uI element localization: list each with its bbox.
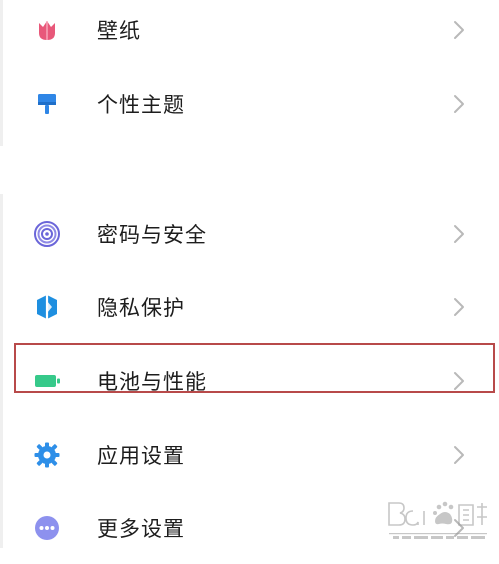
fingerprint-icon — [33, 220, 61, 248]
theme-brush-icon — [33, 90, 61, 118]
settings-item-privacy[interactable]: 隐私保护 — [0, 271, 499, 343]
settings-item-more-settings[interactable]: 更多设置 — [0, 492, 499, 564]
chevron-right-icon — [452, 19, 466, 41]
settings-item-label: 个性主题 — [97, 93, 185, 117]
battery-icon — [33, 367, 61, 395]
chevron-right-icon — [452, 444, 466, 466]
settings-item-wallpaper[interactable]: 壁纸 — [0, 0, 499, 66]
settings-item-label: 壁纸 — [97, 19, 141, 43]
chevron-right-icon — [452, 223, 466, 245]
settings-item-password-security[interactable]: 密码与安全 — [0, 198, 499, 270]
settings-item-battery-performance[interactable]: 电池与性能 — [0, 345, 499, 417]
settings-item-label: 隐私保护 — [97, 296, 185, 320]
more-dots-icon — [33, 514, 61, 542]
chevron-right-icon — [452, 296, 466, 318]
settings-item-label: 密码与安全 — [97, 223, 207, 247]
settings-item-label: 更多设置 — [97, 517, 185, 541]
settings-item-theme[interactable]: 个性主题 — [0, 68, 499, 140]
chevron-right-icon — [452, 93, 466, 115]
gear-icon — [33, 441, 61, 469]
chevron-right-icon — [452, 370, 466, 392]
privacy-shield-icon — [33, 293, 61, 321]
chevron-right-icon — [452, 517, 466, 539]
group-separator — [0, 146, 499, 194]
wallpaper-icon — [33, 16, 61, 44]
settings-item-app-settings[interactable]: 应用设置 — [0, 419, 499, 491]
settings-item-label: 电池与性能 — [97, 370, 207, 394]
settings-item-label: 应用设置 — [97, 444, 185, 468]
